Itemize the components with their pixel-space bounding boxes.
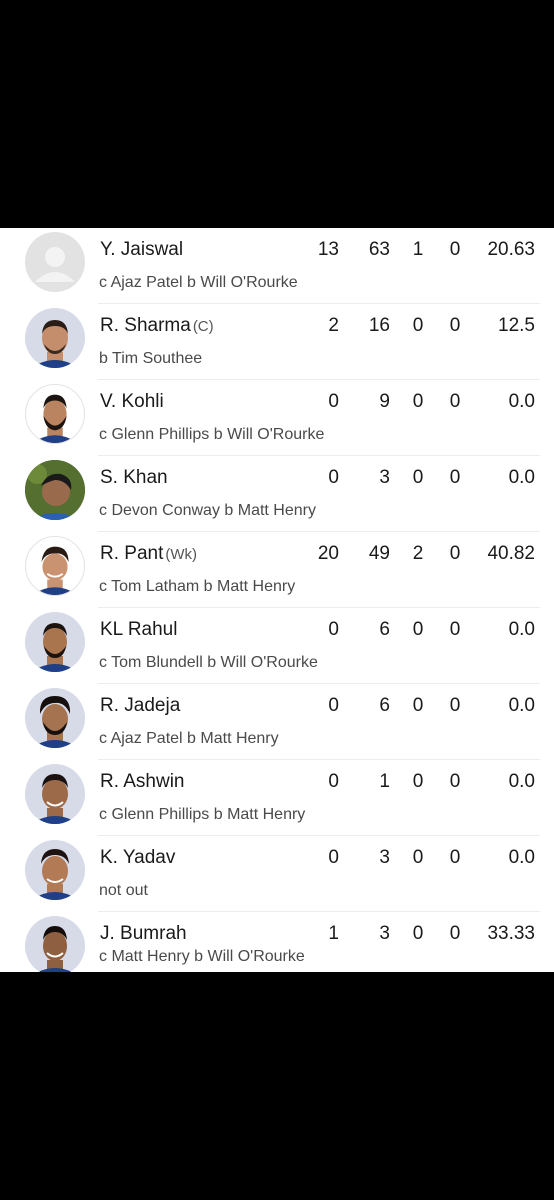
- batter-name: R. Sharma (C): [100, 315, 214, 336]
- batter-strike-rate: 0.0: [508, 391, 535, 412]
- batter-sixes: 0: [449, 467, 461, 488]
- batter-row[interactable]: V. Kohli 0 9 0 0 0.0 c Glenn Phillips b …: [0, 380, 554, 456]
- dismissal-text: not out: [99, 882, 148, 899]
- batter-runs: 0: [328, 467, 339, 488]
- batter-fours: 0: [412, 391, 424, 412]
- batting-scorecard: Y. Jaiswal 13 63 1 0 20.63 c Ajaz Patel …: [0, 228, 554, 972]
- batter-strike-rate: 0.0: [508, 847, 535, 868]
- batter-sixes: 0: [449, 771, 461, 792]
- player-photo: [25, 308, 85, 368]
- batter-sixes: 0: [449, 239, 461, 260]
- batter-strike-rate: 0.0: [508, 467, 535, 488]
- batter-runs: 13: [317, 239, 339, 260]
- batter-row[interactable]: J. Bumrah 1 3 0 0 33.33 c Matt Henry b W…: [0, 912, 554, 972]
- batter-fours: 0: [412, 467, 424, 488]
- batter-strike-rate: 20.63: [487, 239, 535, 260]
- batter-runs: 0: [328, 771, 339, 792]
- batter-balls: 6: [379, 619, 390, 640]
- batter-balls: 63: [368, 239, 390, 260]
- batter-fours: 0: [412, 619, 424, 640]
- batter-name: R. Jadeja: [100, 695, 181, 716]
- batter-fours: 2: [412, 543, 424, 564]
- batter-runs: 0: [328, 847, 339, 868]
- dismissal-text: c Glenn Phillips b Matt Henry: [99, 806, 306, 823]
- batter-row[interactable]: K. Yadav 0 3 0 0 0.0 not out: [0, 836, 554, 912]
- batter-strike-rate: 12.5: [498, 315, 535, 336]
- batter-sixes: 0: [449, 923, 461, 944]
- batter-row[interactable]: R. Sharma (C) 2 16 0 0 12.5 b Tim Southee: [0, 304, 554, 380]
- batter-row[interactable]: KL Rahul 0 6 0 0 0.0 c Tom Blundell b Wi…: [0, 608, 554, 684]
- batter-fours: 0: [412, 771, 424, 792]
- batter-name: KL Rahul: [100, 619, 178, 640]
- batter-name: J. Bumrah: [100, 923, 187, 944]
- batter-balls: 3: [379, 847, 390, 868]
- batter-fours: 0: [412, 923, 424, 944]
- batter-runs: 2: [328, 315, 339, 336]
- batter-balls: 49: [368, 543, 390, 564]
- batter-runs: 0: [328, 695, 339, 716]
- dismissal-text: c Tom Latham b Matt Henry: [99, 578, 296, 595]
- player-photo: [25, 384, 85, 444]
- batter-row[interactable]: R. Pant (Wk) 20 49 2 0 40.82 c Tom Latham…: [0, 532, 554, 608]
- dismissal-text: c Glenn Phillips b Will O'Rourke: [99, 426, 325, 443]
- batter-name: V. Kohli: [100, 391, 164, 412]
- batter-fours: 1: [412, 239, 424, 260]
- batter-name: S. Khan: [100, 467, 168, 488]
- batter-fours: 0: [412, 695, 424, 716]
- batter-row[interactable]: Y. Jaiswal 13 63 1 0 20.63 c Ajaz Patel …: [0, 228, 554, 304]
- batter-fours: 0: [412, 847, 424, 868]
- batter-strike-rate: 0.0: [508, 771, 535, 792]
- dismissal-text: c Ajaz Patel b Matt Henry: [99, 730, 279, 747]
- batter-balls: 16: [368, 315, 390, 336]
- batter-balls: 9: [379, 391, 390, 412]
- bottom-black-area: [0, 972, 554, 1200]
- batter-balls: 6: [379, 695, 390, 716]
- batter-sixes: 0: [449, 315, 461, 336]
- batter-sixes: 0: [449, 391, 461, 412]
- player-photo: [25, 536, 85, 596]
- batter-balls: 3: [379, 467, 390, 488]
- batter-name: R. Pant (Wk): [100, 543, 198, 564]
- batter-runs: 0: [328, 619, 339, 640]
- batter-sixes: 0: [449, 619, 461, 640]
- batter-role: (C): [192, 318, 214, 335]
- batter-balls: 1: [379, 771, 390, 792]
- dismissal-text: c Ajaz Patel b Will O'Rourke: [99, 274, 298, 291]
- batter-row[interactable]: R. Ashwin 0 1 0 0 0.0 c Glenn Phillips b…: [0, 760, 554, 836]
- dismissal-text: c Devon Conway b Matt Henry: [99, 502, 316, 519]
- batter-strike-rate: 40.82: [487, 543, 535, 564]
- batter-fours: 0: [412, 315, 424, 336]
- batter-sixes: 0: [449, 695, 461, 716]
- player-photo: [25, 764, 85, 824]
- batter-row[interactable]: R. Jadeja 0 6 0 0 0.0 c Ajaz Patel b Mat…: [0, 684, 554, 760]
- player-photo: [25, 916, 85, 972]
- batter-name: K. Yadav: [100, 847, 176, 868]
- placeholder-avatar-icon: [25, 232, 85, 292]
- player-photo: [25, 460, 85, 520]
- batter-row[interactable]: S. Khan 0 3 0 0 0.0 c Devon Conway b Mat…: [0, 456, 554, 532]
- top-black-area: [0, 0, 554, 228]
- player-photo: [25, 840, 85, 900]
- batter-runs: 0: [328, 391, 339, 412]
- player-photo: [25, 612, 85, 672]
- dismissal-text: c Matt Henry b Will O'Rourke: [99, 948, 305, 965]
- dismissal-text: c Tom Blundell b Will O'Rourke: [99, 654, 318, 671]
- batter-strike-rate: 0.0: [508, 619, 535, 640]
- batter-strike-rate: 33.33: [487, 923, 535, 944]
- batter-runs: 20: [317, 543, 339, 564]
- batter-name: R. Ashwin: [100, 771, 185, 792]
- batter-name: Y. Jaiswal: [100, 239, 184, 260]
- batter-balls: 3: [379, 923, 390, 944]
- batter-sixes: 0: [449, 847, 461, 868]
- dismissal-text: b Tim Southee: [99, 350, 203, 367]
- batter-runs: 1: [328, 923, 339, 944]
- batter-sixes: 0: [449, 543, 461, 564]
- player-photo: [25, 688, 85, 748]
- batter-role: (Wk): [165, 546, 198, 563]
- batter-strike-rate: 0.0: [508, 695, 535, 716]
